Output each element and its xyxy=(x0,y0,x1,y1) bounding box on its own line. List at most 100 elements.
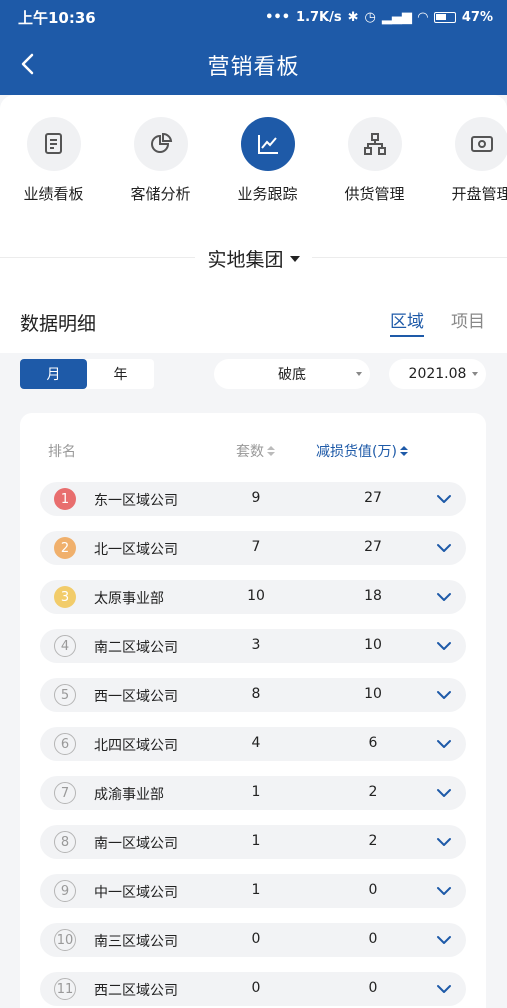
menu-label: 业务跟踪 xyxy=(237,185,298,203)
status-time: 上午10:36 xyxy=(18,9,96,27)
menu-item-supply[interactable]: 供货管理 xyxy=(321,117,428,204)
sets-count: 1 xyxy=(251,784,261,800)
sets-count: 7 xyxy=(251,539,261,555)
rank-badge: 1 xyxy=(54,488,76,510)
sets-count: 8 xyxy=(251,686,261,702)
dropdown-arrow-icon xyxy=(289,255,300,262)
type-value: 破底 xyxy=(278,367,306,383)
sets-count: 10 xyxy=(247,588,265,604)
loss-value: 10 xyxy=(364,686,382,702)
year-button[interactable]: 年 xyxy=(87,359,154,389)
chevron-down-icon[interactable] xyxy=(436,590,452,604)
wifi-icon: ◠ xyxy=(417,10,428,25)
company-name: 成渝事业部 xyxy=(94,787,164,803)
pie-chart-icon xyxy=(133,117,188,171)
chevron-down-icon[interactable] xyxy=(436,688,452,702)
menu-label: 客储分析 xyxy=(130,185,191,203)
sets-count: 3 xyxy=(251,637,261,653)
chevron-down-icon[interactable] xyxy=(436,639,452,653)
caret-down-icon xyxy=(472,372,478,376)
battery-level: 47% xyxy=(461,10,493,25)
loss-value: 6 xyxy=(368,735,378,751)
date-value: 2021.08 xyxy=(408,366,467,382)
rank-badge: 8 xyxy=(54,831,76,853)
menu-item-customer[interactable]: 客储分析 xyxy=(107,117,214,204)
rank-badge: 5 xyxy=(54,684,76,706)
chevron-down-icon[interactable] xyxy=(436,737,452,751)
table-row[interactable]: 11 西二区域公司 0 0 xyxy=(40,972,466,1006)
chevron-down-icon[interactable] xyxy=(436,492,452,506)
sort-icon xyxy=(399,446,408,456)
section-title: 数据明细 xyxy=(20,313,97,335)
header-sets[interactable]: 套数 xyxy=(236,441,275,461)
table-row[interactable]: 8 南一区域公司 1 2 xyxy=(40,825,466,859)
group-label: 实地集团 xyxy=(207,249,284,271)
sets-count: 0 xyxy=(251,980,261,996)
table-row[interactable]: 1 东一区域公司 9 27 xyxy=(40,482,466,516)
rank-badge: 4 xyxy=(54,635,76,657)
rank-badge: 9 xyxy=(54,880,76,902)
nav-bar: 营销看板 xyxy=(0,35,507,95)
group-selector: 实地集团 xyxy=(0,245,507,272)
table-row[interactable]: 7 成渝事业部 1 2 xyxy=(40,776,466,810)
back-icon[interactable] xyxy=(14,49,44,79)
function-menu: 业绩看板 客储分析 业务跟踪 供货管理 开盘管理 xyxy=(0,117,507,204)
sets-count: 9 xyxy=(251,490,261,506)
chevron-down-icon[interactable] xyxy=(436,541,452,555)
sets-count: 0 xyxy=(251,931,261,947)
page-title: 营销看板 xyxy=(207,55,300,80)
sort-icon xyxy=(267,446,275,456)
chevron-down-icon[interactable] xyxy=(436,786,452,800)
header-rank: 排名 xyxy=(48,444,76,460)
chevron-down-icon[interactable] xyxy=(436,982,452,996)
table-row[interactable]: 6 北四区域公司 4 6 xyxy=(40,727,466,761)
type-dropdown[interactable]: 破底 xyxy=(214,359,370,389)
company-name: 太原事业部 xyxy=(94,591,164,607)
cash-icon xyxy=(454,117,507,171)
loss-value: 2 xyxy=(368,833,378,849)
alarm-icon: ◷ xyxy=(364,10,376,25)
filter-bar: 月 年 破底 2021.08 xyxy=(0,353,507,393)
signal-icon: ▂▄▆ xyxy=(381,10,412,25)
menu-label: 业绩看板 xyxy=(23,185,84,203)
chevron-down-icon[interactable] xyxy=(436,835,452,849)
company-name: 中一区域公司 xyxy=(94,885,178,901)
company-name: 北一区域公司 xyxy=(94,542,178,558)
table-row[interactable]: 4 南二区域公司 3 10 xyxy=(40,629,466,663)
chevron-down-icon[interactable] xyxy=(436,933,452,947)
table-row[interactable]: 2 北一区域公司 7 27 xyxy=(40,531,466,565)
company-name: 南一区域公司 xyxy=(94,836,178,852)
group-dropdown[interactable]: 实地集团 xyxy=(195,245,312,272)
company-name: 南二区域公司 xyxy=(94,640,178,656)
loss-value: 0 xyxy=(368,980,378,996)
company-name: 北四区域公司 xyxy=(94,738,178,754)
rank-badge: 6 xyxy=(54,733,76,755)
main-content: 业绩看板 客储分析 业务跟踪 供货管理 开盘管理 实地集团 数据明细 区域 项目… xyxy=(0,95,507,1008)
tab-project[interactable]: 项目 xyxy=(451,307,485,332)
report-icon xyxy=(26,117,81,171)
table-row[interactable]: 10 南三区域公司 0 0 xyxy=(40,923,466,957)
company-name: 西二区域公司 xyxy=(94,983,178,999)
battery-icon xyxy=(433,12,456,23)
menu-item-performance[interactable]: 业绩看板 xyxy=(0,117,107,204)
header-value[interactable]: 减损货值(万) xyxy=(316,441,408,461)
table-row[interactable]: 3 太原事业部 10 18 xyxy=(40,580,466,614)
network-speed: 1.7K/s xyxy=(296,10,342,25)
month-button[interactable]: 月 xyxy=(20,359,87,389)
company-name: 东一区域公司 xyxy=(94,493,178,509)
header-sets-label: 套数 xyxy=(236,444,264,460)
chevron-down-icon[interactable] xyxy=(436,884,452,898)
date-dropdown[interactable]: 2021.08 xyxy=(389,359,486,389)
table-row[interactable]: 5 西一区域公司 8 10 xyxy=(40,678,466,712)
tab-region[interactable]: 区域 xyxy=(390,307,424,337)
menu-item-tracking[interactable]: 业务跟踪 xyxy=(214,117,321,204)
table-row[interactable]: 9 中一区域公司 1 0 xyxy=(40,874,466,908)
menu-item-opening[interactable]: 开盘管理 xyxy=(428,117,507,204)
status-bar: 上午10:36 ••• 1.7K/s ✱ ◷ ▂▄▆ ◠ 47% xyxy=(0,0,507,35)
rank-badge: 10 xyxy=(54,929,76,951)
caret-down-icon xyxy=(356,372,362,376)
sets-count: 1 xyxy=(251,833,261,849)
company-name: 南三区域公司 xyxy=(94,934,178,950)
menu-label: 供货管理 xyxy=(344,185,405,203)
loss-value: 0 xyxy=(368,931,378,947)
